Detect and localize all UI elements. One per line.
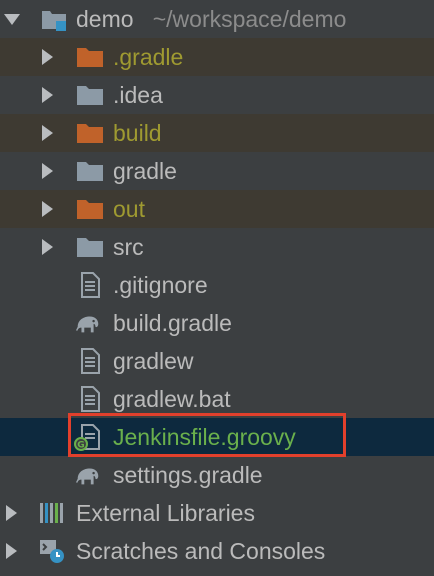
chevron-right-icon[interactable] [42,49,53,65]
tree-row-jenkinsfile[interactable]: G Jenkinsfile.groovy [0,418,434,456]
folder-icon [77,238,103,257]
tree-row-project-root[interactable]: demo ~/workspace/demo [0,0,434,38]
gradle-elephant-icon [75,316,99,333]
text-file-icon [81,272,100,298]
chevron-right-icon[interactable] [6,505,17,521]
chevron-right-icon[interactable] [42,87,53,103]
chevron-right-icon[interactable] [42,201,53,217]
text-file-icon [81,348,100,374]
tree-row-external-libraries[interactable]: External Libraries [0,494,434,532]
tree-row-gradlew-bat[interactable]: gradlew.bat [0,380,434,418]
chevron-down-icon[interactable] [4,14,20,25]
libraries-icon [40,503,63,523]
folder-icon [77,162,103,181]
folder-orange-icon [77,124,103,143]
tree-item-label: .idea [113,82,163,108]
tree-item-label: settings.gradle [113,462,263,488]
scratches-icon [40,540,64,563]
tree-item-label: out [113,196,145,222]
tree-item-label: External Libraries [76,500,255,526]
chevron-right-icon[interactable] [42,239,53,255]
project-tree: demo ~/workspace/demo .gradle .idea buil… [0,0,434,576]
tree-row-dot-idea[interactable]: .idea [0,76,434,114]
chevron-right-icon[interactable] [42,125,53,141]
tree-row-gradlew[interactable]: gradlew [0,342,434,380]
project-name: demo [76,6,134,32]
svg-text:G: G [77,441,84,451]
tree-row-src[interactable]: src [0,228,434,266]
tree-item-label: src [113,234,144,260]
tree-row-scratches[interactable]: Scratches and Consoles [0,532,434,570]
folder-orange-icon [77,48,103,67]
tree-row-settings-gradle[interactable]: settings.gradle [0,456,434,494]
chevron-right-icon[interactable] [6,543,17,559]
tree-row-build-gradle[interactable]: build.gradle [0,304,434,342]
tree-row-gitignore[interactable]: .gitignore [0,266,434,304]
tree-row-out[interactable]: out [0,190,434,228]
tree-item-label: .gradle [113,44,184,70]
text-file-icon [81,386,100,412]
tree-item-label: Jenkinsfile.groovy [113,424,296,450]
tree-item-label: gradle [113,158,177,184]
tree-item-label: .gitignore [113,272,208,298]
folder-icon [77,86,103,105]
folder-orange-icon [77,200,103,219]
tree-item-label: gradlew [113,348,194,374]
groovy-file-icon: G [74,424,100,451]
tree-item-label: Scratches and Consoles [76,538,326,564]
module-folder-icon [42,11,66,31]
tree-row-gradle[interactable]: gradle [0,152,434,190]
gradle-elephant-icon [75,468,99,485]
tree-row-dot-gradle[interactable]: .gradle [0,38,434,76]
chevron-right-icon[interactable] [42,163,53,179]
project-path: ~/workspace/demo [152,6,347,32]
tree-item-label: gradlew.bat [113,386,231,412]
tree-item-label: build [113,120,162,146]
tree-item-label: build.gradle [113,310,232,336]
tree-row-build[interactable]: build [0,114,434,152]
